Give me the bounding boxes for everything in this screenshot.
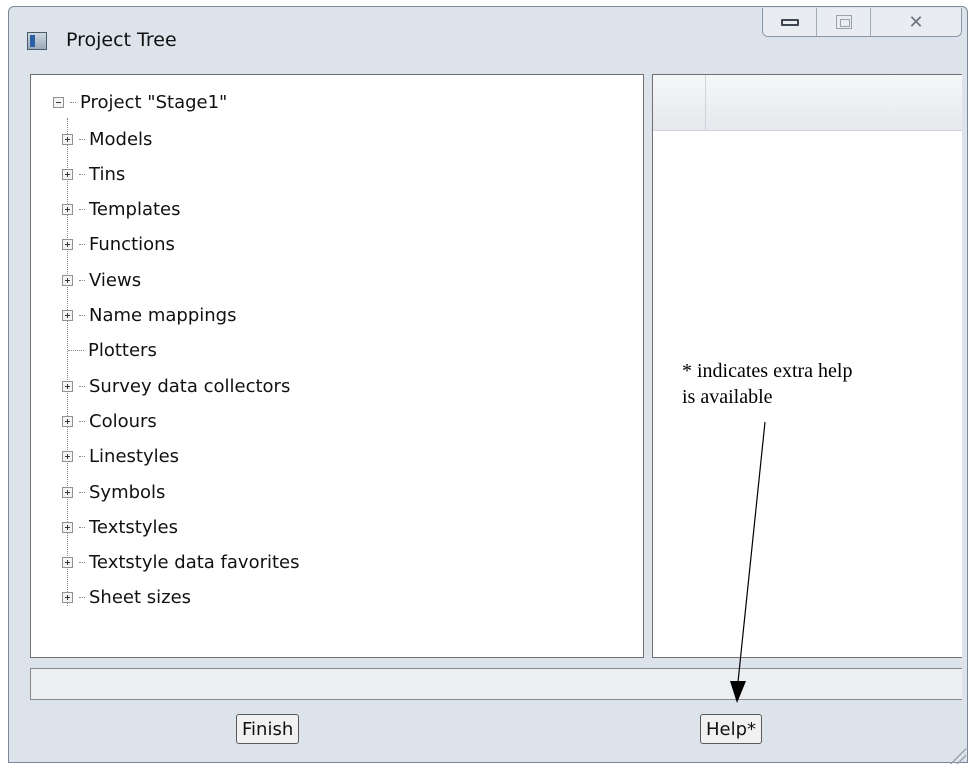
tree-item-label: Views [89, 269, 142, 291]
tree-item-textstyle-data-favorites[interactable]: Textstyle data favorites [62, 548, 300, 578]
collapse-icon[interactable] [53, 96, 64, 108]
tree-item-label: Name mappings [89, 305, 237, 326]
tree-item-templates[interactable]: Templates [62, 195, 181, 225]
status-bar [30, 668, 962, 700]
expand-icon[interactable] [62, 239, 73, 251]
tree-item-label: Textstyles [89, 516, 178, 538]
expand-icon[interactable] [62, 451, 73, 463]
window-controls: ✕ [762, 8, 962, 37]
expand-icon[interactable] [62, 133, 73, 145]
close-icon: ✕ [908, 11, 924, 33]
expand-icon[interactable] [62, 521, 73, 533]
column-divider[interactable] [705, 75, 706, 130]
resize-grip[interactable] [950, 748, 966, 764]
tree-item-label: Symbols [89, 481, 166, 503]
expand-icon[interactable] [62, 310, 73, 321]
tree-item-symbols[interactable]: Symbols [62, 477, 165, 507]
expand-icon[interactable] [62, 592, 73, 604]
tree-item-functions[interactable]: Functions [62, 230, 175, 260]
tree-item-tins[interactable]: Tins [62, 159, 125, 189]
annotation-line-1: * indicates extra help [682, 360, 853, 382]
help-annotation: * indicates extra help is available [682, 358, 962, 410]
expand-icon[interactable] [62, 557, 73, 569]
expand-icon[interactable] [62, 204, 73, 216]
tree-item-models[interactable]: Models [62, 124, 152, 154]
minimize-icon [780, 18, 799, 26]
tree-item-label: Tins [89, 163, 126, 185]
annotation-line-2: is available [682, 386, 773, 408]
expand-icon[interactable] [62, 415, 73, 427]
tree-item-linestyles[interactable]: Linestyles [62, 442, 179, 472]
expand-icon[interactable] [62, 274, 73, 286]
expand-icon[interactable] [62, 380, 73, 392]
tree-item-textstyles[interactable]: Textstyles [62, 512, 178, 542]
tree-item-label: Plotters [88, 340, 157, 362]
help-button[interactable]: Help* [700, 714, 763, 744]
tree-root[interactable]: Project "Stage1" [53, 87, 227, 117]
maximize-icon [835, 15, 852, 29]
window-title: Project Tree [66, 29, 177, 51]
finish-button[interactable]: Finish [236, 714, 300, 744]
tree-item-label: Textstyle data favorites [89, 552, 300, 574]
tree-item-views[interactable]: Views [62, 265, 141, 295]
tree-item-plotters[interactable]: Plotters [62, 336, 157, 366]
tree-item-name-mappings[interactable]: Name mappings [62, 301, 236, 331]
tree-item-label: Models [89, 128, 153, 150]
title-bar[interactable]: Project Tree ✕ [9, 7, 967, 69]
tree-panel[interactable]: Project "Stage1" Models Tins Templates Func… [30, 74, 644, 658]
tree-item-colours[interactable]: Colours [62, 406, 157, 436]
tree-item-survey-data-collectors[interactable]: Survey data collectors [62, 371, 290, 401]
tree-root-label: Project "Stage1" [80, 91, 228, 113]
minimize-button[interactable] [763, 8, 817, 36]
close-button[interactable]: ✕ [871, 8, 961, 36]
details-header [653, 75, 962, 131]
tree-item-label: Linestyles [89, 446, 180, 468]
tree-item-label: Survey data collectors [89, 375, 291, 397]
tree-item-label: Sheet sizes [89, 587, 192, 609]
tree-item-label: Functions [89, 234, 175, 256]
tree-item-label: Colours [89, 410, 157, 432]
tree-item-sheet-sizes[interactable]: Sheet sizes [62, 583, 191, 613]
expand-icon[interactable] [62, 168, 73, 180]
maximize-button[interactable] [817, 8, 871, 36]
tree-item-label: Templates [89, 199, 181, 221]
app-icon [27, 32, 47, 50]
expand-icon[interactable] [62, 486, 73, 498]
